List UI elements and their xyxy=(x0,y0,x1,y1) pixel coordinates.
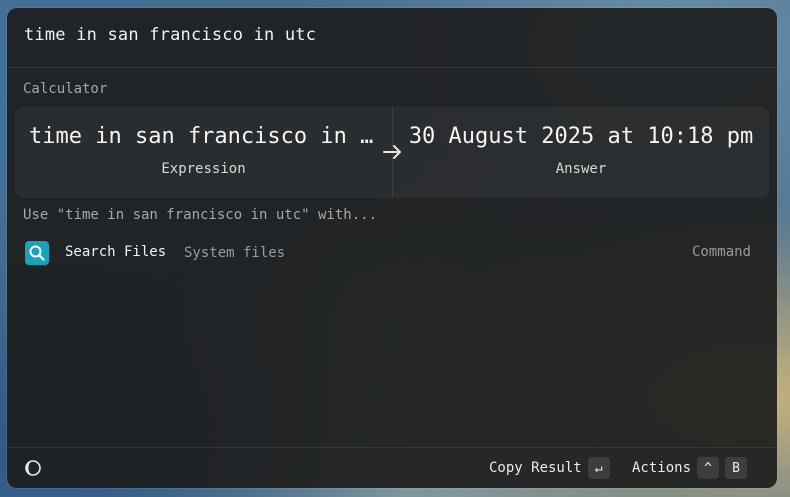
actions-label: Actions xyxy=(632,460,692,476)
calculator-expression-panel: time in san francisco in u… Expression xyxy=(15,107,392,198)
calculator-answer-panel: 30 August 2025 at 10:18 pm Answer xyxy=(393,107,769,198)
search-input[interactable]: time in san francisco in utc xyxy=(24,25,316,45)
list-item-type: Command xyxy=(691,244,751,260)
moon-icon[interactable] xyxy=(24,459,42,477)
section-title-calculator: Calculator xyxy=(23,81,108,97)
calculator-expression: time in san francisco in u… xyxy=(29,124,387,149)
list-item-title: Search Files xyxy=(65,244,167,260)
copy-result-button[interactable]: Copy Result ↵ xyxy=(489,457,610,479)
use-with-label: Use "time in san francisco in utc" with.… xyxy=(23,207,378,223)
calculator-answer: 30 August 2025 at 10:18 pm xyxy=(408,124,754,149)
copy-result-label: Copy Result xyxy=(489,460,582,476)
launcher-window: time in san francisco in utc Calculator … xyxy=(7,8,777,488)
calculator-answer-caption: Answer xyxy=(555,161,607,177)
search-files-icon xyxy=(25,241,49,265)
control-key-icon: ^ xyxy=(697,457,720,479)
actions-button[interactable]: Actions ^ B xyxy=(632,457,748,479)
list-item-subtitle: System files xyxy=(184,245,286,261)
b-key: B xyxy=(725,457,748,479)
arrow-right-icon xyxy=(383,145,401,159)
calculator-expression-caption: Expression xyxy=(161,161,246,177)
search-bar[interactable]: time in san francisco in utc xyxy=(7,8,777,68)
list-item[interactable]: Search Files System files Command xyxy=(15,236,769,270)
return-key-icon: ↵ xyxy=(587,457,610,479)
calculator-result-card[interactable]: time in san francisco in u… Expression 3… xyxy=(15,107,769,198)
action-bar: Copy Result ↵ Actions ^ B xyxy=(7,447,777,488)
